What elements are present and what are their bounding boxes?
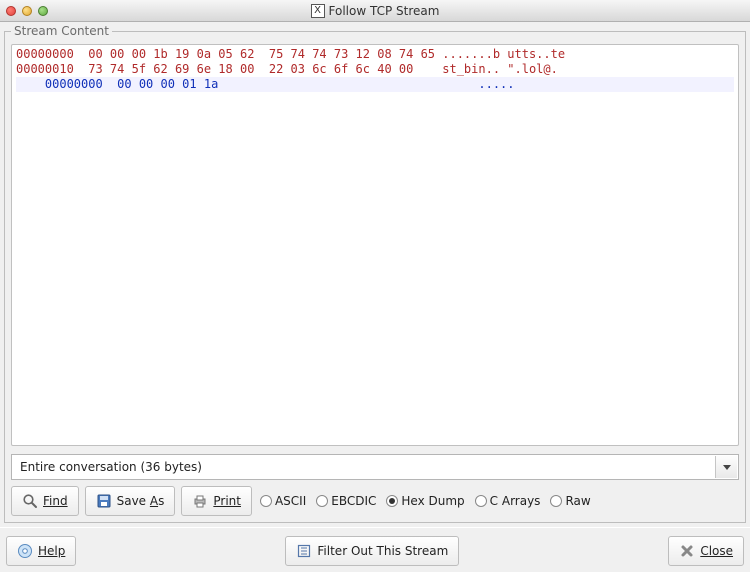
radio-hex-dump-label: Hex Dump: [401, 494, 464, 508]
toolbar: Find Save As Print ASCII EBCDIC: [11, 486, 739, 516]
x11-icon: X: [311, 4, 325, 18]
radio-icon: [550, 495, 562, 507]
titlebar: X Follow TCP Stream: [0, 0, 750, 22]
filter-out-stream-button[interactable]: Filter Out This Stream: [285, 536, 459, 566]
radio-c-arrays-label: C Arrays: [490, 494, 541, 508]
save-icon: [96, 493, 112, 509]
save-as-button-label: Save As: [117, 494, 165, 508]
find-icon: [22, 493, 38, 509]
close-button[interactable]: Close: [668, 536, 744, 566]
find-button-label: Find: [43, 494, 68, 508]
combo-arrow[interactable]: [715, 456, 737, 478]
radio-icon: [475, 495, 487, 507]
close-window-icon[interactable]: [6, 6, 16, 16]
window-title: X Follow TCP Stream: [0, 4, 750, 18]
conversation-combo-label: Entire conversation (36 bytes): [20, 460, 202, 474]
radio-icon: [386, 495, 398, 507]
chevron-down-icon: [723, 465, 731, 470]
hex-line-red-1: 00000000 00 00 00 1b 19 0a 05 62 75 74 7…: [16, 47, 565, 61]
print-button[interactable]: Print: [181, 486, 252, 516]
filter-icon: [296, 543, 312, 559]
radio-hex-dump[interactable]: Hex Dump: [384, 494, 466, 508]
radio-icon: [260, 495, 272, 507]
find-button[interactable]: Find: [11, 486, 79, 516]
radio-raw[interactable]: Raw: [548, 494, 592, 508]
help-button-label: Help: [38, 544, 65, 558]
filter-out-stream-button-label: Filter Out This Stream: [317, 544, 448, 558]
window-controls: [6, 6, 48, 16]
radio-ascii-label: ASCII: [275, 494, 306, 508]
window-body: Stream Content 00000000 00 00 00 1b 19 0…: [0, 22, 750, 572]
help-button[interactable]: Help: [6, 536, 76, 566]
bottombar: Help Filter Out This Stream Close: [4, 532, 746, 566]
separator: [0, 527, 750, 528]
panel-legend: Stream Content: [11, 24, 112, 38]
minimize-window-icon[interactable]: [22, 6, 32, 16]
print-icon: [192, 493, 208, 509]
conversation-combo[interactable]: Entire conversation (36 bytes): [11, 454, 739, 480]
radio-ebcdic[interactable]: EBCDIC: [314, 494, 378, 508]
radio-raw-label: Raw: [565, 494, 590, 508]
help-icon: [17, 543, 33, 559]
hex-dump-view[interactable]: 00000000 00 00 00 1b 19 0a 05 62 75 74 7…: [11, 44, 739, 446]
print-button-label: Print: [213, 494, 241, 508]
stream-content-panel: Stream Content 00000000 00 00 00 1b 19 0…: [4, 24, 746, 523]
window-title-text: Follow TCP Stream: [329, 4, 440, 18]
radio-c-arrays[interactable]: C Arrays: [473, 494, 543, 508]
zoom-window-icon[interactable]: [38, 6, 48, 16]
radio-ascii[interactable]: ASCII: [258, 494, 308, 508]
hex-line-blue-1: 00000000 00 00 00 01 1a .....: [16, 77, 734, 92]
hex-line-red-2: 00000010 73 74 5f 62 69 6e 18 00 22 03 6…: [16, 62, 558, 76]
conversation-combo-row: Entire conversation (36 bytes): [11, 454, 739, 480]
radio-icon: [316, 495, 328, 507]
close-icon: [679, 543, 695, 559]
close-button-label: Close: [700, 544, 733, 558]
save-as-button[interactable]: Save As: [85, 486, 176, 516]
radio-ebcdic-label: EBCDIC: [331, 494, 376, 508]
